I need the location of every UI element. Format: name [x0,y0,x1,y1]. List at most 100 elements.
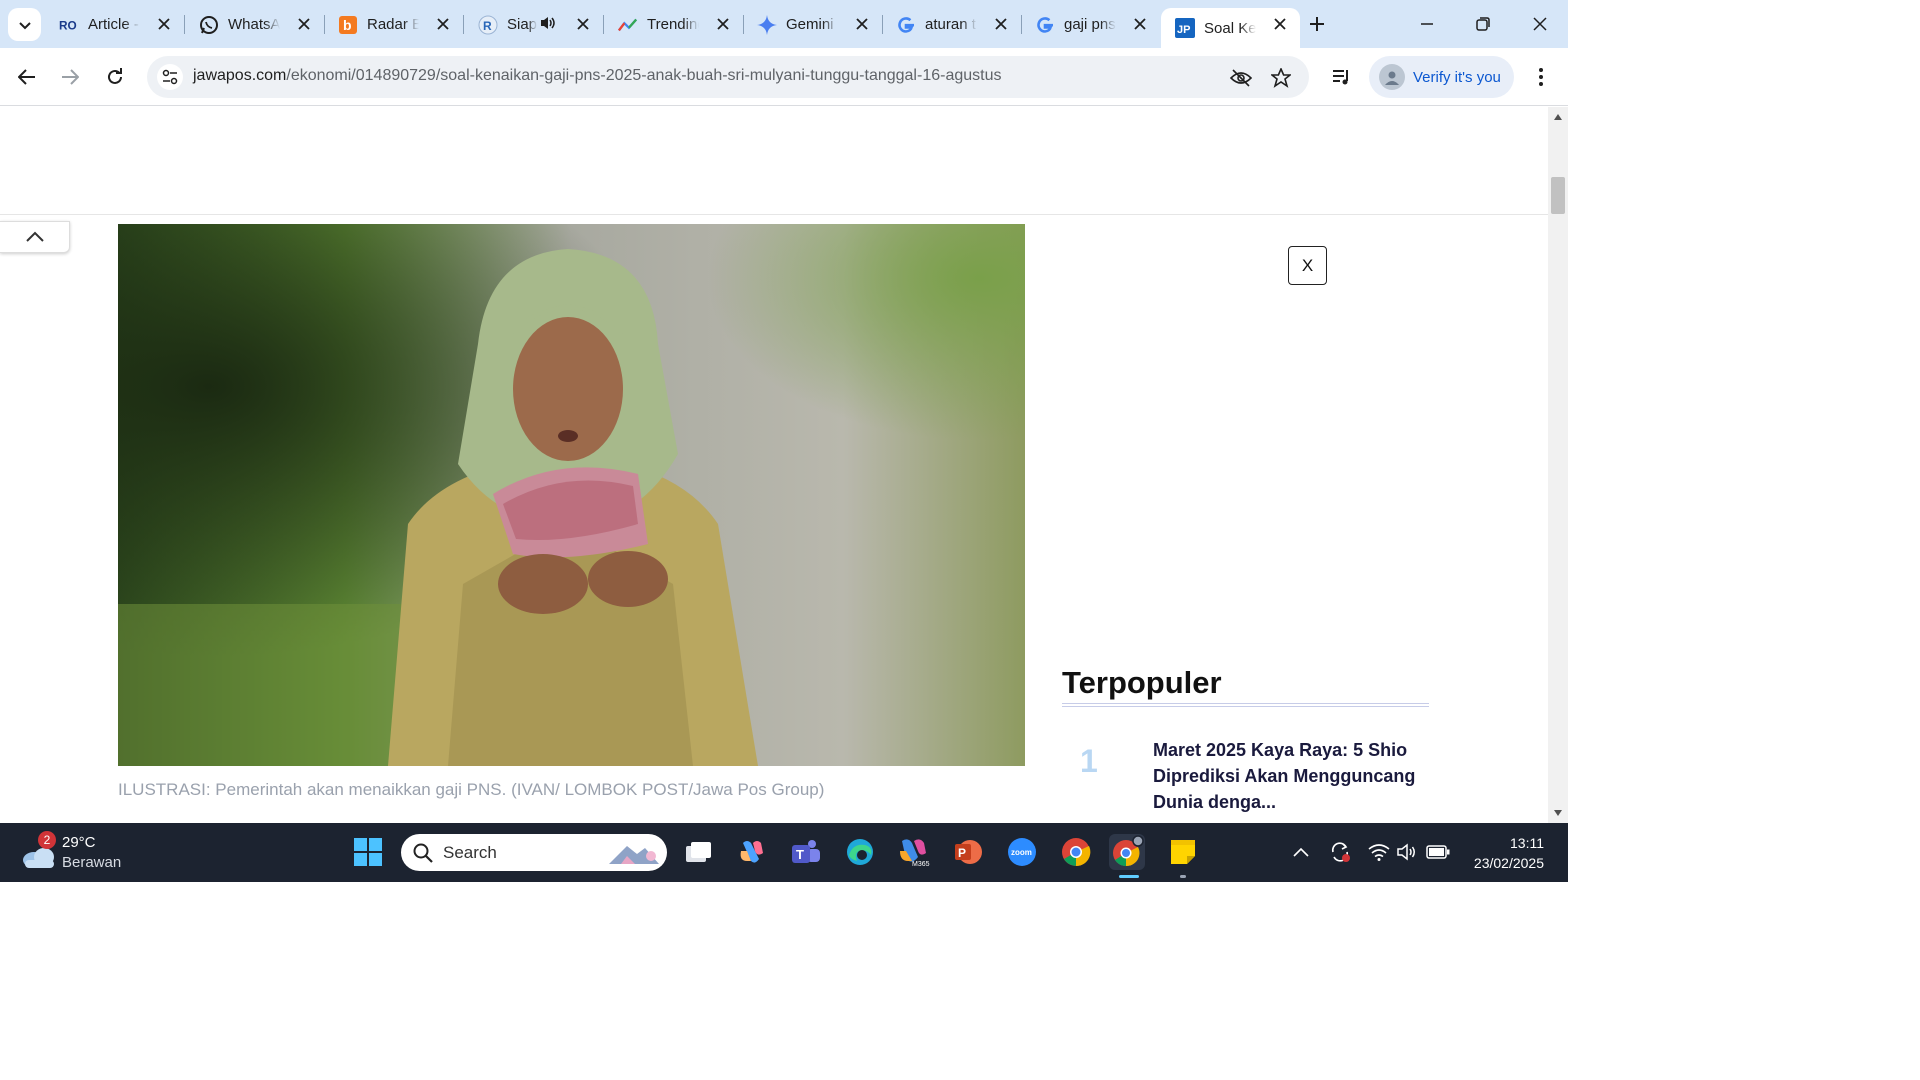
start-button[interactable] [350,834,386,870]
wifi-icon [1368,844,1390,861]
profile-verify-button[interactable]: Verify it's you [1369,56,1514,98]
browser-toolbar: jawapos.com/ekonomi/014890729/soal-kenai… [0,48,1568,106]
running-app-indicator [1180,875,1186,878]
plus-icon [1310,17,1324,31]
r-logo-icon: R [478,15,498,35]
verify-label: Verify it's you [1413,68,1501,86]
close-icon[interactable] [991,14,1011,34]
clock[interactable]: 13:11 23/02/2025 [1452,833,1544,873]
speaker-icon[interactable] [539,15,557,35]
web-page: ILUSTRASI: Pemerintah akan menaikkan gaj… [0,107,1548,823]
svg-text:JP: JP [1177,24,1190,36]
m365-button[interactable]: M365 [896,834,932,870]
svg-text:M365: M365 [912,861,930,867]
site-settings-icon[interactable] [157,64,183,90]
svg-text:zoom: zoom [1011,848,1032,857]
close-icon[interactable] [1270,14,1290,34]
forward-button[interactable] [54,61,86,93]
close-icon[interactable] [1130,14,1150,34]
svg-text:RO: RO [59,18,77,31]
teams-button[interactable]: T [788,834,824,870]
notification-badge: 2 [38,831,56,849]
sticky-notes-button[interactable] [1165,834,1201,870]
tab-article[interactable]: RO Article - [45,8,185,41]
address-bar[interactable]: jawapos.com/ekonomi/014890729/soal-kenai… [147,56,1309,98]
search-icon [413,843,433,863]
media-controls-button[interactable] [1326,61,1358,93]
google-icon [896,15,916,35]
battery-button[interactable] [1426,840,1450,864]
tab-title: Soal Ker [1204,19,1256,37]
back-button[interactable] [11,61,43,93]
sticky-notes-icon [1171,840,1195,864]
edge-button[interactable] [842,834,878,870]
volume-button[interactable] [1395,840,1419,864]
chrome-icon [1062,838,1091,867]
copilot-button[interactable] [734,834,770,870]
close-ad-button[interactable]: X [1288,246,1327,285]
close-icon[interactable] [154,14,174,34]
tab-trending[interactable]: Trending [604,8,744,41]
tray-overflow-button[interactable] [1289,840,1313,864]
m365-icon: M365 [900,839,930,867]
chrome-profile-icon [1113,835,1144,867]
eye-off-icon[interactable] [1229,66,1253,90]
weather-condition: Berawan [62,854,122,871]
tab-siap[interactable]: R Siap [464,8,604,41]
browser-menu-button[interactable] [1525,61,1557,93]
close-icon [1533,17,1547,31]
close-icon[interactable] [433,14,453,34]
teams-icon: T [792,840,820,863]
battery-icon [1426,845,1450,859]
sync-tray-button[interactable] [1328,840,1352,864]
reload-button[interactable] [99,61,131,93]
powerpoint-icon: P [955,840,982,864]
collapse-ad-button[interactable] [0,221,70,253]
taskbar-search[interactable]: Search [401,834,667,871]
close-window-button[interactable] [1526,10,1554,38]
taskbar: 2 29°C Berawan Search T M365 P zoom 13:1… [0,823,1568,882]
url-text[interactable]: jawapos.com/ekonomi/014890729/soal-kenai… [193,67,1001,85]
close-icon[interactable] [713,14,733,34]
close-icon[interactable] [852,14,872,34]
tab-soal-kenaikan[interactable]: JP Soal Ker [1161,8,1300,48]
zoom-button[interactable]: zoom [1004,834,1040,870]
weather-widget[interactable]: 2 29°C Berawan [20,831,140,875]
reload-icon [108,68,122,84]
chevron-up-icon [1293,847,1309,857]
tab-title: aturan t [925,16,976,33]
url-host: jawapos.com [193,67,287,84]
task-view-button[interactable] [680,834,716,870]
svg-text:P: P [958,846,966,860]
bookmark-star-icon[interactable] [1269,66,1293,90]
jp-logo-icon: JP [1175,18,1195,38]
restore-button[interactable] [1469,10,1497,38]
new-tab-button[interactable] [1305,12,1329,36]
close-icon[interactable] [294,14,314,34]
tab-whatsapp[interactable]: WhatsApp [185,8,325,41]
wifi-button[interactable] [1367,840,1391,864]
task-view-icon [686,842,711,862]
chrome-profile-button[interactable] [1109,834,1145,870]
chevron-up-icon [25,231,44,242]
tab-radar[interactable]: b Radar Bogor [324,8,464,41]
tab-gaji-pns[interactable]: gaji pns [1021,8,1160,41]
chrome-button[interactable] [1058,834,1094,870]
page-scrollbar[interactable] [1548,107,1568,823]
scroll-up-arrow-icon[interactable] [1553,113,1563,121]
tab-gemini[interactable]: Gemini [743,8,883,41]
radar-logo-icon: b [338,15,358,35]
photo-caption: ILUSTRASI: Pemerintah akan menaikkan gaj… [118,780,825,799]
scroll-thumb[interactable] [1551,177,1565,214]
popular-item-title[interactable]: Maret 2025 Kaya Raya: 5 Shio Diprediksi … [1153,737,1428,815]
close-icon[interactable] [573,14,593,34]
scroll-down-arrow-icon[interactable] [1553,809,1563,817]
tab-title: Radar Bogor [367,16,419,33]
tab-search-button[interactable] [8,8,41,41]
more-vertical-icon [1539,68,1543,86]
tab-aturan[interactable]: aturan t [882,8,1022,41]
restore-icon [1476,17,1490,31]
powerpoint-button[interactable]: P [950,834,986,870]
minimize-button[interactable] [1413,10,1441,38]
whatsapp-icon [199,15,219,35]
